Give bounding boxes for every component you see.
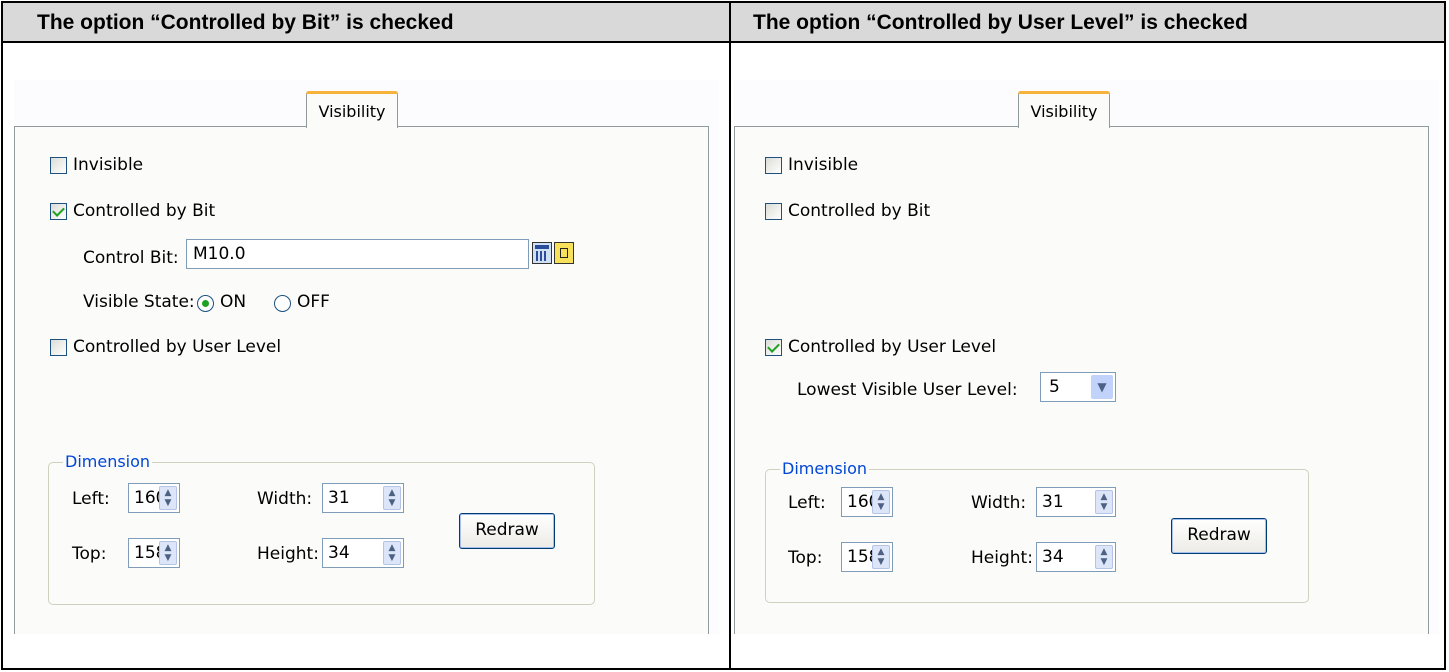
spin-arrows-icon[interactable]: ▲ ▼ xyxy=(159,486,177,510)
column-divider xyxy=(729,3,731,668)
dimension-group: Dimension Left: 160 ▲ ▼ Width: 31 ▲ ▼ Top: 1… xyxy=(765,459,1309,603)
left-spinner[interactable]: 160 ▲ ▼ xyxy=(128,483,180,513)
controlled-by-bit-label: Controlled by Bit xyxy=(73,201,216,221)
left-label: Left: xyxy=(72,489,110,509)
invisible-label: Invisible xyxy=(788,155,859,175)
height-spinner[interactable]: 34 ▲ ▼ xyxy=(322,538,404,568)
width-spinner[interactable]: 31 ▲ ▼ xyxy=(322,483,404,513)
tab-label: Visibility xyxy=(1030,102,1098,121)
width-value: 31 xyxy=(328,488,350,508)
user-level-value: 5 xyxy=(1049,377,1060,397)
visible-state-off-radio[interactable] xyxy=(274,295,291,312)
controlled-by-bit-label: Controlled by Bit xyxy=(788,201,931,221)
spin-arrows-icon[interactable]: ▲ ▼ xyxy=(383,541,401,565)
tab-visibility[interactable]: Visibility xyxy=(306,91,398,128)
top-label: Top: xyxy=(72,544,107,564)
left-column-header: The option “Controlled by Bit” is checke… xyxy=(37,11,454,34)
controlled-by-user-level-label: Controlled by User Level xyxy=(73,337,282,357)
spin-arrows-icon[interactable]: ▲ ▼ xyxy=(383,486,401,510)
height-label: Height: xyxy=(971,548,1033,568)
invisible-checkbox[interactable] xyxy=(50,157,67,174)
visible-state-off-label: OFF xyxy=(297,292,330,312)
spin-arrows-icon[interactable]: ▲ ▼ xyxy=(1095,490,1113,514)
right-visibility-dialog: Visibility Invisible Controlled by Bit C… xyxy=(734,80,1439,634)
visible-state-label: Visible State: xyxy=(83,292,195,312)
dimension-legend: Dimension xyxy=(63,452,153,471)
dimension-legend: Dimension xyxy=(780,459,870,478)
left-label: Left: xyxy=(788,493,826,513)
top-label: Top: xyxy=(788,548,823,568)
height-value: 34 xyxy=(328,543,350,563)
redraw-button[interactable]: Redraw xyxy=(459,513,555,549)
visibility-pane: Invisible Controlled by Bit Controlled b… xyxy=(734,126,1429,634)
tab-label: Visibility xyxy=(318,102,386,121)
left-visibility-dialog: Visibility Invisible Controlled by Bit C… xyxy=(14,80,719,634)
width-value: 31 xyxy=(1042,492,1064,512)
lowest-visible-user-level-label: Lowest Visible User Level: xyxy=(797,380,1018,400)
top-spinner[interactable]: 158 ▲ ▼ xyxy=(128,538,180,568)
top-spinner[interactable]: 158 ▲ ▼ xyxy=(841,542,893,572)
left-spinner[interactable]: 160 ▲ ▼ xyxy=(841,487,893,517)
spin-arrows-icon[interactable]: ▲ ▼ xyxy=(159,541,177,565)
control-bit-label: Control Bit: xyxy=(83,248,179,268)
height-spinner[interactable]: 34 ▲ ▼ xyxy=(1036,542,1116,572)
dimension-group: Dimension Left: 160 ▲ ▼ Width: 31 ▲ ▼ Top: 1… xyxy=(48,452,595,605)
right-column-header: The option “Controlled by User Level” is… xyxy=(753,11,1248,34)
width-label: Width: xyxy=(257,489,313,509)
controlled-by-user-level-checkbox[interactable] xyxy=(765,339,782,356)
controlled-by-user-level-checkbox[interactable] xyxy=(50,339,67,356)
redraw-button[interactable]: Redraw xyxy=(1171,518,1267,554)
height-value: 34 xyxy=(1042,547,1064,567)
control-bit-input[interactable]: M10.0 xyxy=(186,239,529,269)
height-label: Height: xyxy=(257,544,319,564)
width-spinner[interactable]: 31 ▲ ▼ xyxy=(1036,487,1116,517)
spin-arrows-icon[interactable]: ▲ ▼ xyxy=(872,490,890,514)
invisible-label: Invisible xyxy=(73,155,144,175)
controlled-by-bit-checkbox[interactable] xyxy=(765,203,782,220)
visible-state-on-label: ON xyxy=(220,292,247,312)
controlled-by-bit-checkbox[interactable] xyxy=(50,203,67,220)
invisible-checkbox[interactable] xyxy=(765,157,782,174)
visibility-pane: Invisible Controlled by Bit Control Bit:… xyxy=(14,126,709,634)
spin-arrows-icon[interactable]: ▲ ▼ xyxy=(1095,545,1113,569)
user-level-select[interactable]: 5 ▼ xyxy=(1040,372,1116,402)
calculator-icon[interactable] xyxy=(532,242,552,264)
tab-visibility[interactable]: Visibility xyxy=(1018,91,1110,128)
chevron-down-icon[interactable]: ▼ xyxy=(1091,375,1113,399)
visible-state-on-radio[interactable] xyxy=(197,295,214,312)
controlled-by-user-level-label: Controlled by User Level xyxy=(788,337,997,357)
spin-arrows-icon[interactable]: ▲ ▼ xyxy=(872,545,890,569)
tag-browse-icon[interactable] xyxy=(554,242,574,264)
width-label: Width: xyxy=(971,493,1027,513)
